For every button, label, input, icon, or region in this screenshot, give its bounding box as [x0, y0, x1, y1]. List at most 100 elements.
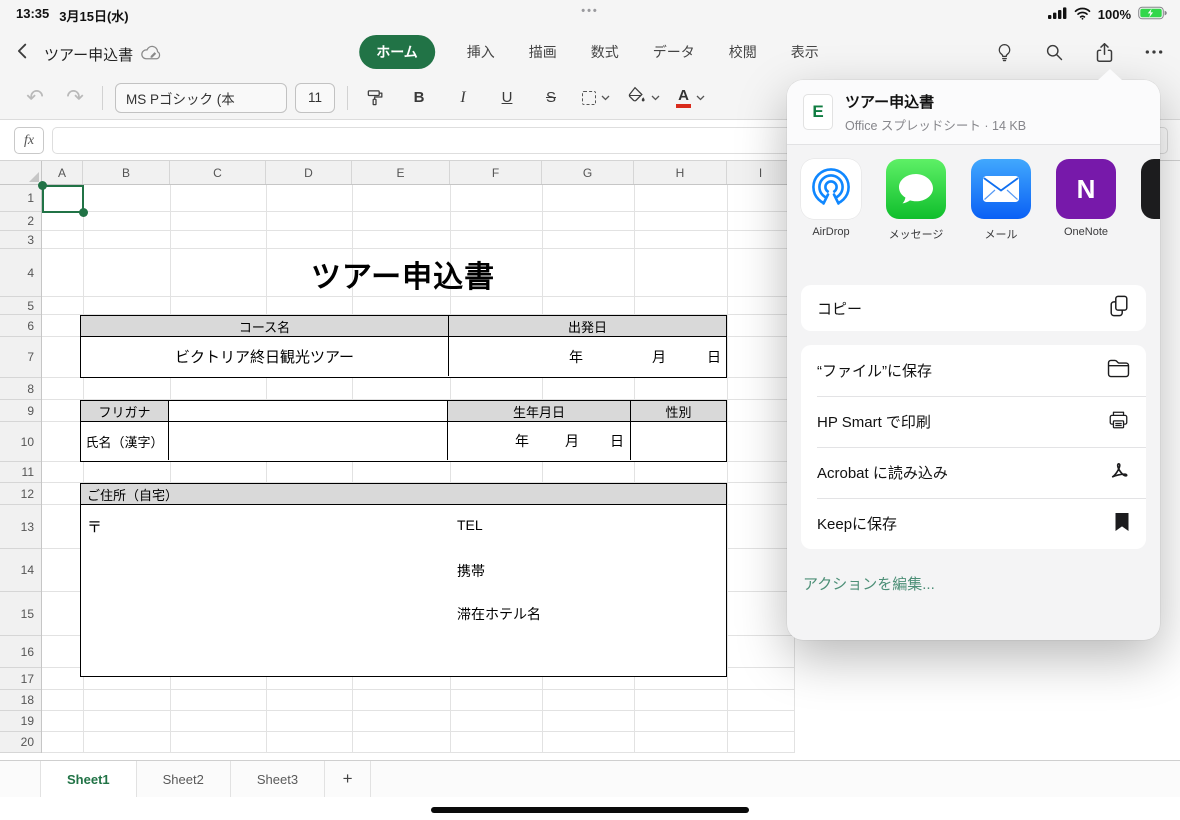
edit-actions-link[interactable]: アクションを編集... [803, 573, 1144, 594]
row-header[interactable]: 14 [0, 549, 41, 592]
share-icon[interactable] [1092, 40, 1116, 64]
row-header[interactable]: 10 [0, 422, 41, 462]
cell-dob-value[interactable]: 年 月 日 [448, 422, 631, 460]
italic-button[interactable]: I [448, 82, 478, 114]
app-partial[interactable] [1141, 159, 1160, 263]
row-header[interactable]: 3 [0, 231, 41, 249]
row-header[interactable]: 4 [0, 249, 41, 297]
row-header[interactable]: 15 [0, 592, 41, 636]
cell-address-header[interactable]: ご住所（自宅） [81, 484, 726, 504]
copy-label: コピー [817, 300, 863, 318]
row-header[interactable]: 6 [0, 315, 41, 337]
borders-button[interactable] [582, 90, 610, 105]
column-header[interactable]: A [42, 161, 83, 184]
more-icon[interactable] [1142, 40, 1166, 64]
strikethrough-button[interactable]: S [536, 82, 566, 114]
row-header[interactable]: 20 [0, 732, 41, 753]
cell-course-name[interactable]: ビクトリア終日観光ツアー [81, 337, 449, 376]
row-header[interactable]: 8 [0, 378, 41, 400]
row-header[interactable]: 13 [0, 505, 41, 549]
cell-departure-date[interactable]: 年 月 日 [449, 337, 726, 376]
tab-review[interactable]: 校閲 [727, 36, 759, 68]
cell-dob-header[interactable]: 生年月日 [448, 401, 631, 421]
column-header[interactable]: B [83, 161, 170, 184]
column-header[interactable]: G [542, 161, 634, 184]
underline-button[interactable]: U [492, 82, 522, 114]
action-print-hp-smart[interactable]: HP Smart で印刷 [801, 396, 1146, 447]
row-header[interactable]: 18 [0, 690, 41, 711]
hotel-label: 滞在ホテル名 [457, 606, 541, 622]
column-header[interactable]: H [634, 161, 727, 184]
cell-gender-value[interactable] [631, 422, 726, 460]
action-import-acrobat[interactable]: Acrobat に読み込み [801, 447, 1146, 498]
undo-icon[interactable]: ↶ [20, 82, 50, 114]
bold-button[interactable]: B [404, 82, 434, 114]
app-messages[interactable]: メッセージ [886, 159, 946, 263]
search-icon[interactable] [1042, 40, 1066, 64]
copy-action[interactable]: コピー [801, 285, 1146, 331]
share-sheet-header: E ツアー申込書 Office スプレッドシート · 14 KB [787, 80, 1160, 145]
tab-home[interactable]: ホーム [359, 35, 435, 69]
tab-view[interactable]: 表示 [789, 36, 821, 68]
clock: 13:35 [16, 6, 50, 21]
font-name-selector[interactable]: MS Pゴシック (本 [115, 82, 287, 113]
font-color-button[interactable]: A [676, 88, 705, 108]
app-airdrop[interactable]: AirDrop [801, 159, 861, 263]
column-header[interactable]: C [170, 161, 266, 184]
row-headers: 1 2 3 4 5 6 7 8 9 10 11 12 13 14 15 16 1… [0, 185, 42, 753]
cell-course-header[interactable]: コース名 [81, 316, 449, 336]
format-painter-icon[interactable] [360, 82, 390, 114]
back-button[interactable] [10, 40, 36, 66]
redo-icon[interactable]: ↷ [60, 82, 90, 114]
tab-formulas[interactable]: 数式 [589, 36, 621, 68]
column-header[interactable]: F [450, 161, 542, 184]
status-left: 13:35 3月15日(水) [16, 6, 129, 25]
app-onenote[interactable]: N OneNote [1056, 159, 1116, 263]
row-header[interactable]: 16 [0, 636, 41, 668]
select-all-corner[interactable] [0, 161, 42, 184]
font-size-selector[interactable]: 11 [295, 82, 335, 113]
action-save-to-files[interactable]: “ファイル”に保存 [801, 345, 1146, 396]
row-header[interactable]: 17 [0, 668, 41, 690]
action-save-to-keep[interactable]: Keepに保存 [801, 498, 1146, 549]
fill-color-button[interactable] [626, 85, 660, 110]
column-header[interactable]: D [266, 161, 352, 184]
cell-address-body[interactable]: 〒 TEL 携帯 滞在ホテル名 [81, 505, 726, 676]
sheet-tab-2[interactable]: Sheet2 [137, 761, 231, 797]
sheet-doc-title[interactable]: ツアー申込書 [253, 252, 553, 296]
signal-icon [1047, 7, 1067, 22]
home-indicator[interactable] [431, 807, 749, 813]
cell-furigana[interactable]: フリガナ [81, 401, 169, 421]
row-header[interactable]: 5 [0, 297, 41, 315]
file-info: ツアー申込書 Office スプレッドシート · 14 KB [845, 91, 1026, 134]
row-header[interactable]: 11 [0, 462, 41, 483]
sheet-tab-3[interactable]: Sheet3 [231, 761, 326, 797]
cell-departure-header[interactable]: 出発日 [449, 316, 726, 336]
row-header[interactable]: 19 [0, 711, 41, 732]
autosave-cloud-icon[interactable] [140, 44, 163, 67]
column-header[interactable]: I [727, 161, 795, 184]
row-header[interactable]: 2 [0, 212, 41, 231]
column-header[interactable]: E [352, 161, 450, 184]
lightbulb-icon[interactable] [992, 40, 1016, 64]
font-color-icon: A [676, 88, 691, 108]
row-header[interactable]: 1 [0, 185, 41, 212]
cell-furigana-value[interactable] [169, 401, 448, 421]
tab-data[interactable]: データ [651, 36, 697, 68]
app-label: OneNote [1063, 226, 1109, 238]
tab-insert[interactable]: 挿入 [465, 36, 497, 68]
row-header[interactable]: 7 [0, 337, 41, 378]
day-label: 日 [707, 348, 721, 365]
printer-icon [1107, 409, 1130, 435]
row-header[interactable]: 9 [0, 400, 41, 422]
app-mail[interactable]: メール [971, 159, 1031, 263]
add-sheet-button[interactable]: + [325, 761, 372, 797]
row-header[interactable]: 12 [0, 483, 41, 505]
status-bar: 13:35 3月15日(水) ••• 100% [0, 0, 1180, 28]
cell-gender-header[interactable]: 性別 [631, 401, 726, 421]
selected-cell-a1[interactable] [38, 181, 88, 217]
cell-name-label[interactable]: 氏名（漢字） [81, 422, 169, 460]
cell-name-value[interactable] [169, 422, 448, 460]
tab-draw[interactable]: 描画 [527, 36, 559, 68]
sheet-tab-1[interactable]: Sheet1 [40, 761, 137, 797]
